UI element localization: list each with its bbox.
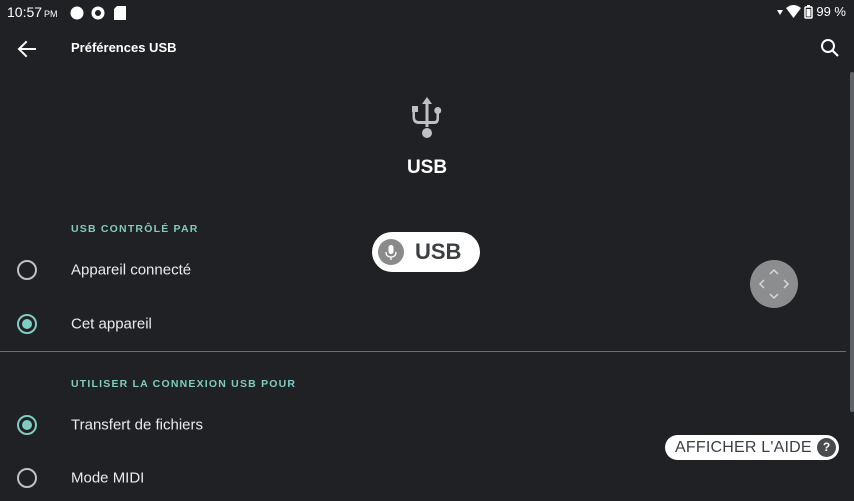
radio-button-selected[interactable] bbox=[17, 314, 37, 334]
help-question-icon: ? bbox=[817, 438, 836, 457]
back-arrow-icon[interactable] bbox=[14, 36, 40, 62]
page-title: Préférences USB bbox=[71, 40, 177, 55]
microphone-icon bbox=[378, 239, 404, 265]
option-midi-mode[interactable]: Mode MIDI bbox=[0, 455, 846, 501]
app-bar: Préférences USB bbox=[0, 24, 854, 72]
scrollbar[interactable] bbox=[850, 72, 854, 412]
sync-icon bbox=[91, 6, 105, 20]
option-label: Transfert de fichiers bbox=[71, 416, 203, 434]
option-label: Mode MIDI bbox=[71, 469, 145, 487]
signal-arrow-icon bbox=[777, 9, 784, 15]
option-this-device[interactable]: Cet appareil bbox=[0, 301, 846, 347]
status-bar: 10:57 PM 99 % bbox=[0, 0, 854, 24]
radio-button[interactable] bbox=[17, 468, 37, 488]
show-help-button[interactable]: AFFICHER L'AIDE ? bbox=[665, 435, 839, 460]
navigation-pad[interactable] bbox=[750, 260, 798, 308]
radio-button[interactable] bbox=[17, 260, 37, 280]
voice-chip-text: USB bbox=[415, 239, 462, 264]
section-divider bbox=[0, 351, 846, 352]
battery-icon bbox=[804, 4, 814, 19]
search-icon[interactable] bbox=[818, 36, 842, 60]
help-chip-text: AFFICHER L'AIDE bbox=[675, 439, 812, 456]
section-controlled-by-label: USB CONTRÔLÉ PAR bbox=[71, 223, 199, 235]
battery-percent: 99 % bbox=[816, 4, 846, 19]
voice-access-chip[interactable]: USB bbox=[372, 232, 480, 272]
notification-dot-icon bbox=[70, 6, 84, 20]
status-right-group: 99 % bbox=[777, 4, 846, 19]
status-time: 10:57 PM bbox=[7, 4, 58, 20]
usb-icon bbox=[412, 97, 442, 138]
option-label: Appareil connecté bbox=[71, 261, 192, 279]
section-usage-label: UTILISER LA CONNEXION USB POUR bbox=[71, 378, 297, 390]
option-label: Cet appareil bbox=[71, 315, 152, 333]
usb-heading: USB bbox=[406, 157, 448, 178]
radio-button-selected[interactable] bbox=[17, 415, 37, 435]
wifi-icon bbox=[786, 5, 802, 18]
directional-arrows-icon bbox=[758, 268, 790, 300]
sd-card-icon bbox=[114, 6, 126, 20]
